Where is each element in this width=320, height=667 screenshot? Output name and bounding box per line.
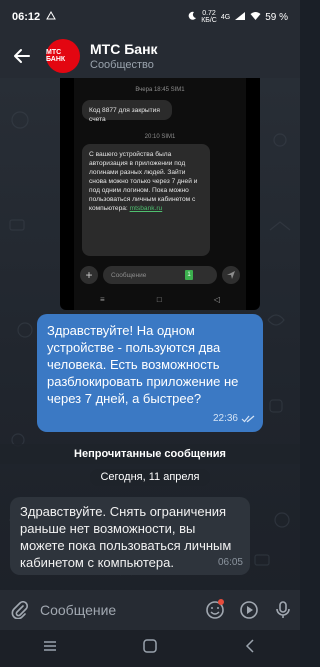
send-icon: [222, 266, 240, 284]
chevron-left-icon: [245, 639, 254, 653]
sms-bubble: С вашего устройства была авторизация в п…: [82, 144, 210, 256]
sms-meta: 20:10 SIM1: [144, 134, 176, 140]
net-speed-unit: КБ/С: [201, 17, 217, 24]
unread-divider: Непрочитанные сообщения: [0, 444, 300, 464]
battery-percent: 59 %: [265, 11, 288, 23]
sms-bubble: Код 8877 для закрытия счета: [82, 100, 172, 123]
play-circle-icon: [240, 601, 258, 619]
dnd-icon: [187, 11, 197, 24]
home-icon: [143, 639, 157, 653]
avatar[interactable]: МТС БАНК: [46, 39, 80, 73]
sms-meta: Вчера 18:45 SIM1: [135, 87, 185, 93]
back-icon: ◁: [213, 294, 220, 304]
status-notification-icon: [46, 10, 57, 24]
home-button[interactable]: [142, 638, 158, 659]
message-time: 22:36: [212, 413, 238, 424]
wifi-icon: [250, 11, 261, 24]
back-button[interactable]: [0, 34, 44, 78]
system-back-button[interactable]: [242, 638, 258, 659]
network-type: 4G: [220, 13, 231, 21]
message-list: Вчера 18:45 SIM1 Код 8877 для закрытия с…: [0, 78, 300, 586]
notification-dot: [218, 599, 224, 605]
attach-button[interactable]: [0, 590, 40, 630]
sms-input: Сообщение 1: [103, 266, 217, 284]
sms-compose-bar: + Сообщение 1: [80, 264, 240, 286]
menu-icon: [44, 641, 56, 651]
date-separator: Сегодня, 11 апреля: [90, 469, 210, 486]
message-composer: Сообщение: [0, 590, 300, 630]
signal-icon: [234, 11, 246, 24]
plus-icon: +: [80, 266, 98, 284]
chat-subtitle: Сообщество: [90, 58, 154, 71]
net-speed-value: 0.72: [202, 10, 216, 17]
video-message-button[interactable]: [232, 590, 266, 630]
arrow-left-icon: [14, 49, 30, 63]
chat-title-block[interactable]: МТС Банк Сообщество: [90, 41, 158, 72]
paperclip-icon: [11, 601, 29, 619]
outgoing-message[interactable]: Здравствуйте! На одном устройстве - поль…: [37, 314, 263, 432]
chat-header: МТС БАНК МТС Банк Сообщество: [0, 34, 300, 78]
system-nav-bar: [0, 630, 300, 667]
status-bar: 06:12 0.72 КБ/С 4G 59 %: [0, 0, 300, 34]
message-text: Здравствуйте! На одном устройстве - поль…: [47, 323, 239, 406]
recent-apps-button[interactable]: [42, 639, 58, 658]
double-check-icon: [241, 415, 255, 422]
sms-screenshot: Вчера 18:45 SIM1 Код 8877 для закрытия с…: [74, 78, 246, 310]
net-speed: 0.72 КБ/С: [201, 10, 217, 24]
avatar-logo-text: МТС БАНК: [46, 49, 66, 63]
emoji-button[interactable]: [198, 590, 232, 630]
message-text: Здравствуйте. Снять ограничения раньше н…: [20, 504, 232, 570]
chat-screen: 06:12 0.72 КБ/С 4G 59 % МТС БАНК МТС Бан…: [0, 0, 300, 667]
sms-nav-bar: ≡ □ ◁: [74, 292, 246, 306]
sim-badge: 1: [185, 270, 193, 280]
menu-icon: ≡: [100, 294, 105, 304]
sms-text: С вашего устройства была авторизация в п…: [89, 151, 198, 212]
chat-title: МТС Банк: [90, 40, 158, 57]
voice-message-button[interactable]: [266, 590, 300, 630]
status-time: 06:12: [12, 11, 41, 23]
home-icon: □: [156, 294, 162, 304]
sms-input-placeholder: Сообщение: [111, 271, 147, 279]
incoming-message[interactable]: Здравствуйте. Снять ограничения раньше н…: [10, 497, 250, 575]
sms-link: mtsbank.ru: [129, 205, 163, 212]
message-meta: 22:36: [213, 410, 255, 427]
microphone-icon: [276, 601, 290, 618]
message-time: 06:05: [217, 557, 243, 568]
screenshot-image-message[interactable]: Вчера 18:45 SIM1 Код 8877 для закрытия с…: [60, 78, 260, 310]
message-input[interactable]: Сообщение: [40, 602, 198, 618]
